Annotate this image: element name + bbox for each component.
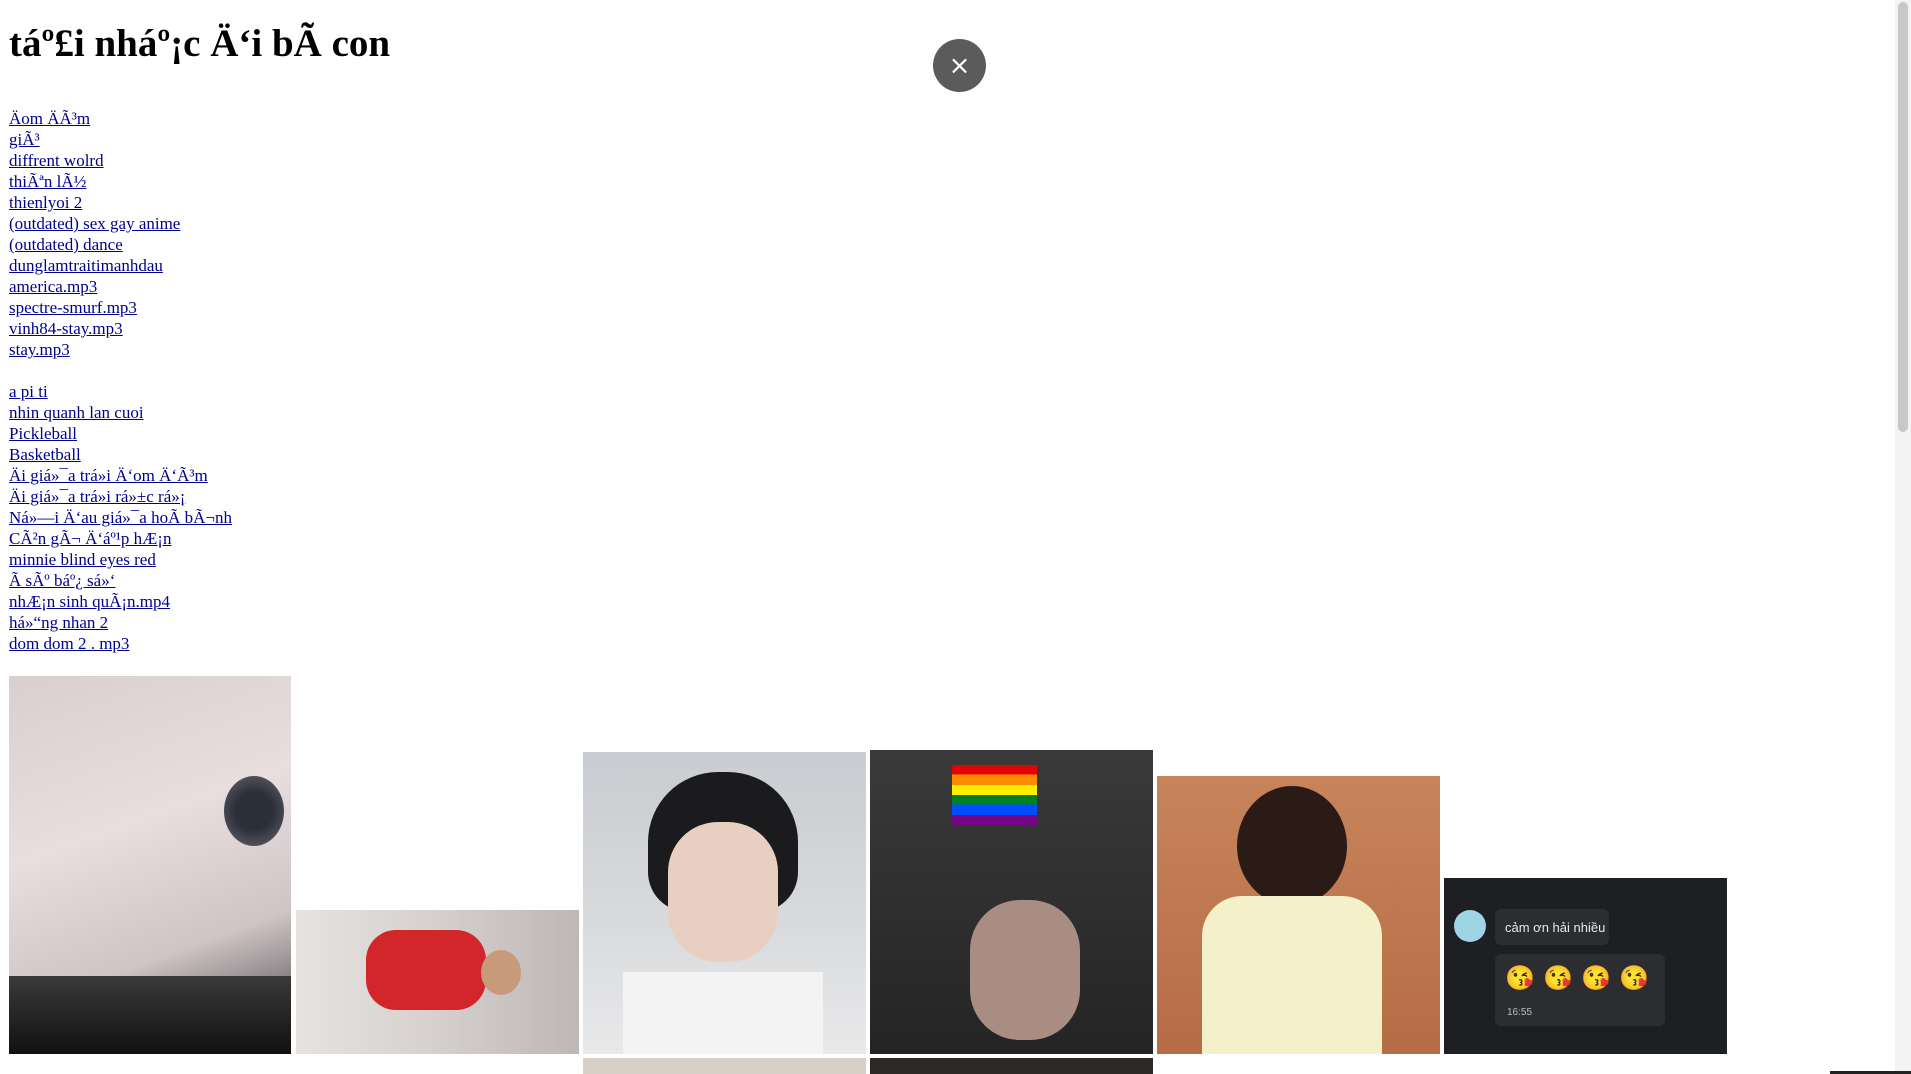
eye-shape bbox=[224, 776, 284, 846]
song-link[interactable]: nhin quanh lan cuoi bbox=[9, 402, 232, 423]
song-link[interactable]: Äi giá»¯a trá»i rá»±c rá»¡ bbox=[9, 486, 232, 507]
song-link[interactable]: Ã sÃº báº¿ sá»‘ bbox=[9, 570, 232, 591]
shirt-shape bbox=[623, 972, 823, 1054]
song-link-list: Äom ÄÃ³m giÃ³ diffrent wolrd thiÃªn lÃ½ … bbox=[9, 108, 232, 654]
message-time: 16:55 bbox=[1507, 1007, 1533, 1018]
kiss-emoji: 😘 bbox=[1581, 965, 1611, 992]
kiss-emoji: 😘 bbox=[1543, 965, 1573, 992]
page-title: táº£i nháº¡c Ä‘i bÃ con bbox=[9, 22, 391, 65]
song-link[interactable]: dunglamtraitimanhdau bbox=[9, 255, 232, 276]
song-link[interactable]: nhÆ¡n sinh quÃ¡n.mp4 bbox=[9, 591, 232, 612]
song-link[interactable]: Ná»—i Ä‘au giá»¯a hoÃ bÃ¬nh bbox=[9, 507, 232, 528]
song-link[interactable]: america.mp3 bbox=[9, 276, 232, 297]
face-shape bbox=[1237, 786, 1347, 906]
song-link[interactable]: minnie blind eyes red bbox=[9, 549, 232, 570]
song-link[interactable]: thienlyoi 2 bbox=[9, 192, 232, 213]
song-link[interactable]: CÃ²n gÃ¬ Ä‘áº¹p hÆ¡n bbox=[9, 528, 232, 549]
red-shirt-photo[interactable] bbox=[296, 910, 579, 1054]
face-shape bbox=[481, 950, 521, 995]
song-link[interactable]: (outdated) sex gay anime bbox=[9, 213, 232, 234]
song-link[interactable]: giÃ³ bbox=[9, 129, 232, 150]
song-link[interactable]: dom dom 2 . mp3 bbox=[9, 633, 232, 654]
vertical-scrollbar[interactable] bbox=[1895, 0, 1911, 1074]
chat-message-text: cảm ơn hải nhiều bbox=[1505, 920, 1606, 935]
song-link[interactable]: Basketball bbox=[9, 444, 232, 465]
close-icon: × bbox=[948, 50, 971, 81]
chat-message: cảm ơn hải nhiều bbox=[1495, 909, 1609, 945]
shirt-shape bbox=[9, 976, 291, 1054]
face-shape bbox=[970, 900, 1080, 1040]
rainbow-flag-icon bbox=[952, 765, 1037, 825]
scrollbar-thumb[interactable] bbox=[1898, 2, 1908, 432]
boy-yellow-shirt-photo[interactable] bbox=[1157, 776, 1440, 1054]
face-shape bbox=[668, 822, 778, 962]
close-button[interactable]: × bbox=[933, 39, 986, 92]
song-link[interactable]: vinh84-stay.mp3 bbox=[9, 318, 232, 339]
song-link[interactable]: há»“ng nhan 2 bbox=[9, 612, 232, 633]
song-link[interactable]: spectre-smurf.mp3 bbox=[9, 297, 232, 318]
song-link[interactable]: diffrent wolrd bbox=[9, 150, 232, 171]
shirt-shape bbox=[1202, 896, 1382, 1054]
song-link[interactable]: a pi ti bbox=[9, 381, 232, 402]
song-link[interactable]: stay.mp3 bbox=[9, 339, 232, 360]
next-photo-partial[interactable] bbox=[870, 1058, 1153, 1074]
avatar bbox=[1454, 910, 1486, 942]
kiss-emoji: 😘 bbox=[1505, 965, 1535, 992]
song-link[interactable]: (outdated) dance bbox=[9, 234, 232, 255]
song-link[interactable]: Äom ÄÃ³m bbox=[9, 108, 232, 129]
person-shape bbox=[366, 930, 486, 1010]
song-link[interactable]: thiÃªn lÃ½ bbox=[9, 171, 232, 192]
kiss-emoji: 😘 bbox=[1619, 965, 1649, 992]
song-link[interactable]: Äi giá»¯a trá»i Ä‘om Ä‘Ã³m bbox=[9, 465, 232, 486]
song-link[interactable]: Pickleball bbox=[9, 423, 232, 444]
rainbow-flag-photo[interactable] bbox=[870, 750, 1153, 1054]
nose-closeup-photo[interactable] bbox=[9, 676, 291, 1054]
bandage-finger-photo[interactable] bbox=[583, 752, 866, 1054]
emoji-message: 😘 😘 😘 😘 16:55 bbox=[1495, 954, 1665, 1026]
chat-screenshot[interactable]: cảm ơn hải nhiều 😘 😘 😘 😘 16:55 bbox=[1444, 878, 1727, 1054]
next-photo-partial[interactable] bbox=[583, 1058, 866, 1074]
